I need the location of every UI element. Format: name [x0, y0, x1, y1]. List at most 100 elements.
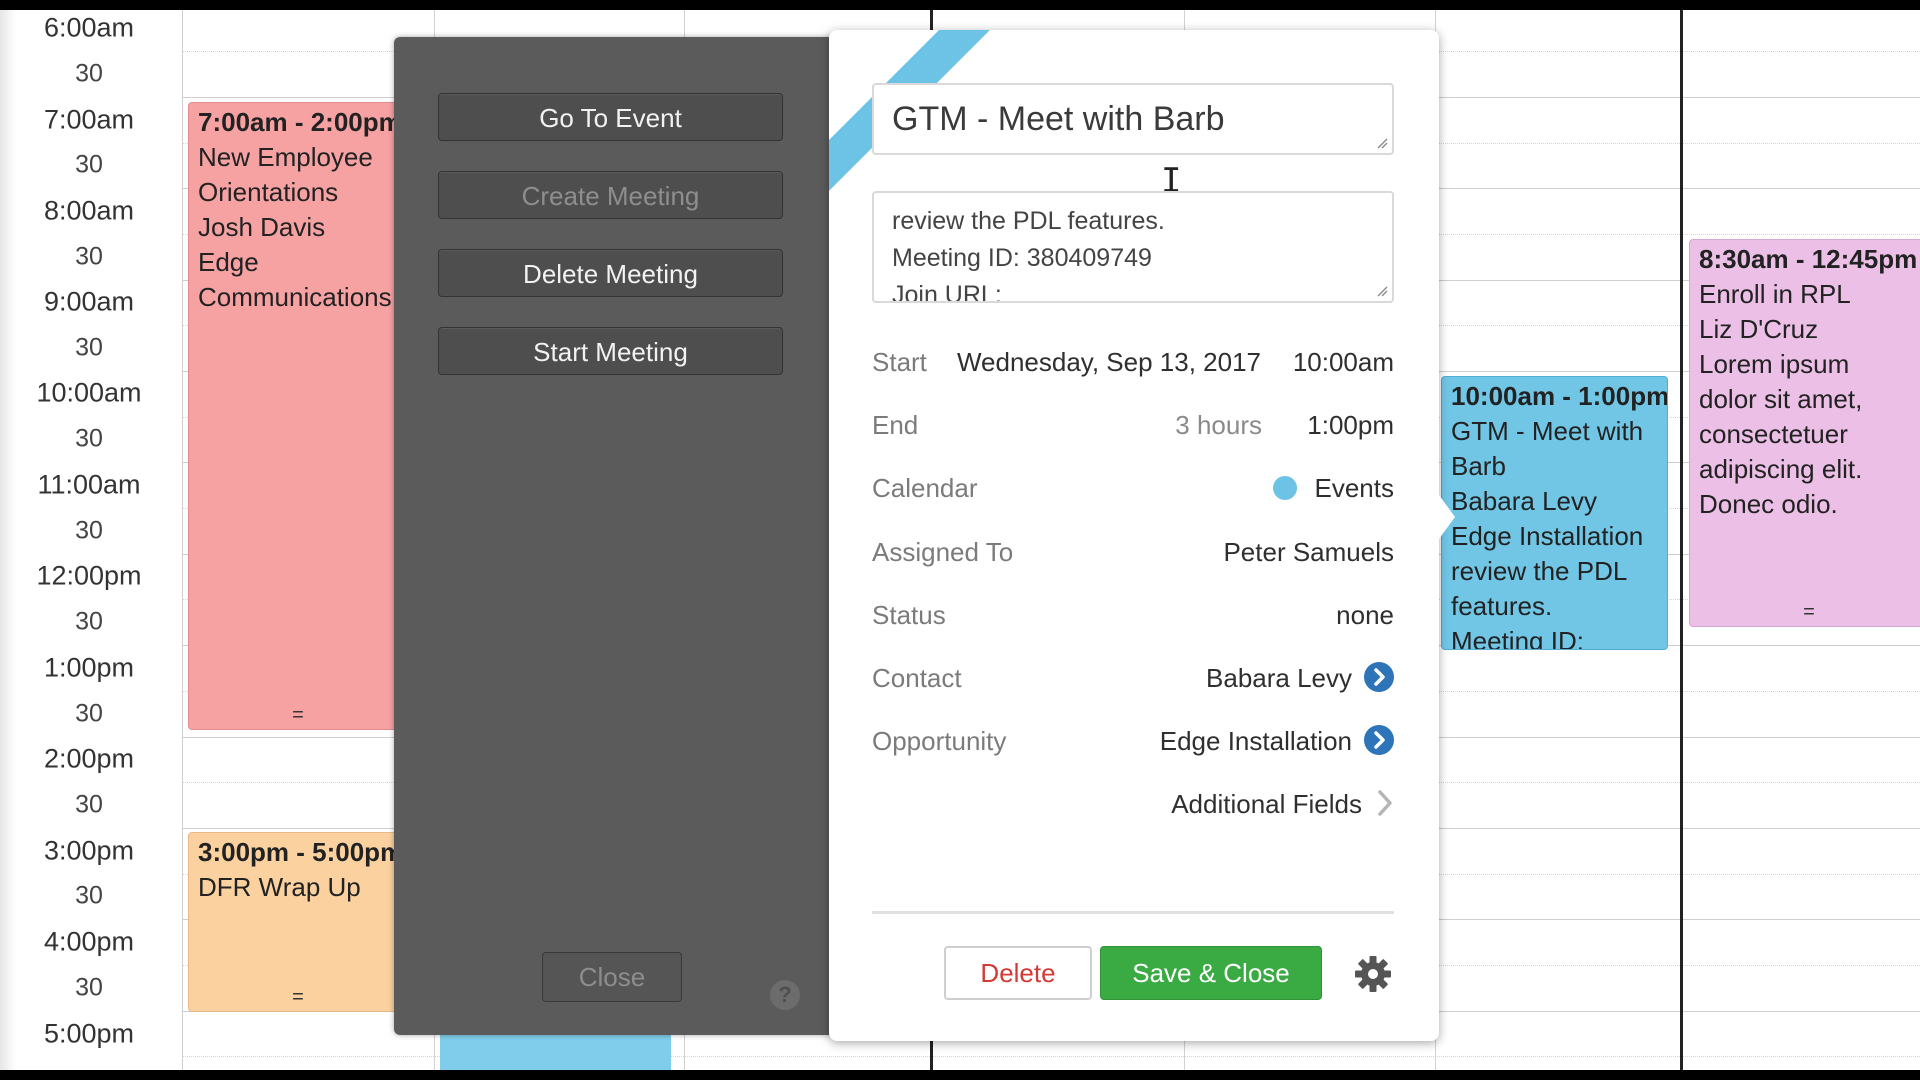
calendar-value[interactable]: Events — [1272, 468, 1395, 508]
event-text: Edge — [198, 247, 259, 277]
event-time: 7:00am - 2:00pm — [198, 107, 402, 137]
event-text: Liz D'Cruz — [1699, 314, 1819, 344]
event-text: Enroll in RPL — [1699, 279, 1851, 309]
event-dfr-wrap-up[interactable]: 3:00pm - 5:00pm DFR Wrap Up = — [188, 832, 408, 1012]
time-label: 30 — [75, 699, 103, 728]
opportunity-row[interactable]: Opportunity Edge Installation — [872, 721, 1394, 761]
event-description-input[interactable]: review the PDL features. Meeting ID: 380… — [872, 191, 1394, 303]
additional-fields-link[interactable]: Additional Fields — [1171, 784, 1394, 824]
time-label: 30 — [75, 424, 103, 453]
assigned-to-value[interactable]: Peter Samuels — [1223, 532, 1394, 572]
event-text: features. — [1451, 591, 1553, 621]
week-divider — [1680, 10, 1683, 1070]
description-line: review the PDL features. — [892, 207, 1165, 235]
contact-name[interactable]: Babara Levy — [1206, 663, 1352, 693]
calendar-color-dot — [1272, 476, 1297, 501]
event-text: DFR Wrap Up — [198, 872, 361, 902]
duration-value: 3 hours — [1175, 410, 1262, 440]
event-text: Babara Levy — [1451, 486, 1597, 516]
time-label: 1:00pm — [43, 652, 135, 683]
calendar-label: Calendar — [872, 473, 978, 503]
opportunity-name[interactable]: Edge Installation — [1160, 726, 1352, 756]
assigned-to-label: Assigned To — [872, 537, 1014, 567]
time-label: 9:00am — [43, 286, 135, 317]
event-text: Orientations — [198, 177, 339, 207]
event-new-employee-orientations[interactable]: 7:00am - 2:00pm New Employee Orientation… — [188, 102, 408, 730]
contact-value[interactable]: Babara Levy — [1206, 658, 1394, 698]
event-text: New Employee — [198, 142, 373, 172]
event-text: Josh Davis — [198, 212, 326, 242]
resize-handle[interactable]: = — [1690, 602, 1920, 622]
go-to-event-button[interactable]: Go To Event — [438, 93, 783, 141]
time-label: 6:00am — [43, 12, 135, 43]
end-label: End — [872, 410, 919, 440]
time-label: 30 — [75, 242, 103, 271]
resize-grip-icon[interactable] — [1376, 285, 1388, 297]
time-gutter: 6:00am 30 7:00am 30 8:00am 30 9:00am 30 … — [0, 10, 183, 1070]
help-icon[interactable]: ? — [770, 980, 800, 1010]
resize-grip-icon[interactable] — [1376, 137, 1388, 149]
close-button[interactable]: Close — [542, 952, 682, 1002]
time-label: 12:00pm — [36, 560, 142, 591]
resize-handle[interactable]: = — [189, 987, 407, 1007]
start-meeting-button[interactable]: Start Meeting — [438, 327, 783, 375]
start-row[interactable]: Start 10:00am Wednesday, Sep 13, 2017 — [872, 342, 1394, 382]
end-time[interactable]: 1:00pm — [1307, 405, 1394, 445]
description-line: Meeting ID: 380409749 — [892, 244, 1152, 272]
calendar-name: Events — [1314, 473, 1395, 503]
time-label: 11:00am — [37, 469, 141, 500]
start-date[interactable]: Wednesday, Sep 13, 2017 — [957, 342, 1261, 382]
description-line: Join URL: — [892, 281, 1002, 303]
status-value[interactable]: none — [1336, 595, 1394, 635]
delete-button[interactable]: Delete — [944, 946, 1092, 1000]
time-label: 4:00pm — [43, 926, 135, 957]
end-row[interactable]: End 3 hours 1:00pm — [872, 405, 1394, 445]
event-gtm-meet-with-barb[interactable]: 10:00am - 1:00pm GTM - Meet with Barb Ba… — [1441, 376, 1668, 650]
resize-handle[interactable]: = — [189, 705, 407, 725]
event-text: adipiscing elit. — [1699, 454, 1863, 484]
event-text: Edge Installation — [1451, 521, 1644, 551]
additional-fields-row[interactable]: Additional Fields — [872, 784, 1394, 824]
time-label: 30 — [75, 881, 103, 910]
time-label: 10:00am — [36, 377, 142, 408]
time-label: 30 — [75, 607, 103, 636]
popover-pointer — [1439, 495, 1455, 539]
status-label: Status — [872, 600, 946, 630]
event-text: Lorem ipsum — [1699, 349, 1850, 379]
event-actions-panel: Go To Event Create Meeting Delete Meetin… — [394, 37, 844, 1035]
save-and-close-button[interactable]: Save & Close — [1100, 946, 1322, 1000]
event-enroll-in-rpl[interactable]: 8:30am - 12:45pm Enroll in RPL Liz D'Cru… — [1689, 239, 1920, 627]
time-label: 2:00pm — [43, 743, 135, 774]
contact-label: Contact — [872, 663, 962, 693]
event-text: Barb — [1451, 451, 1506, 481]
start-time[interactable]: 10:00am — [1293, 342, 1394, 382]
delete-meeting-button[interactable]: Delete Meeting — [438, 249, 783, 297]
event-text: review the PDL — [1451, 556, 1628, 586]
gear-icon[interactable] — [1354, 955, 1392, 993]
event-time: 3:00pm - 5:00pm — [198, 837, 404, 867]
time-label: 7:00am — [43, 104, 135, 135]
event-time: 10:00am - 1:00pm — [1451, 381, 1668, 411]
event-text: Meeting ID: — [1451, 626, 1584, 650]
event-text: Communications — [198, 282, 392, 312]
status-row[interactable]: Status none — [872, 595, 1394, 635]
opportunity-label: Opportunity — [872, 726, 1007, 756]
event-time: 8:30am - 12:45pm — [1699, 244, 1918, 274]
time-label: 3:00pm — [43, 835, 135, 866]
time-label: 30 — [75, 973, 103, 1002]
create-meeting-button[interactable]: Create Meeting — [438, 171, 783, 219]
event-text: Donec odio. — [1699, 489, 1838, 519]
event-title-input[interactable]: GTM - Meet with Barb — [872, 83, 1394, 155]
time-label: 30 — [75, 516, 103, 545]
contact-row[interactable]: Contact Babara Levy — [872, 658, 1394, 698]
calendar-row[interactable]: Calendar Events — [872, 468, 1394, 508]
chevron-right-icon — [1378, 790, 1392, 816]
chevron-right-circle-icon[interactable] — [1364, 725, 1394, 756]
time-label: 5:00pm — [43, 1018, 135, 1049]
opportunity-value[interactable]: Edge Installation — [1160, 721, 1394, 761]
event-detail-panel: GTM - Meet with Barb I review the PDL fe… — [829, 30, 1455, 1041]
calendar-week-view: 6:00am 30 7:00am 30 8:00am 30 9:00am 30 … — [0, 10, 1920, 1070]
time-label: 8:00am — [43, 195, 135, 226]
assigned-to-row[interactable]: Assigned To Peter Samuels — [872, 532, 1394, 572]
chevron-right-circle-icon[interactable] — [1364, 662, 1394, 693]
